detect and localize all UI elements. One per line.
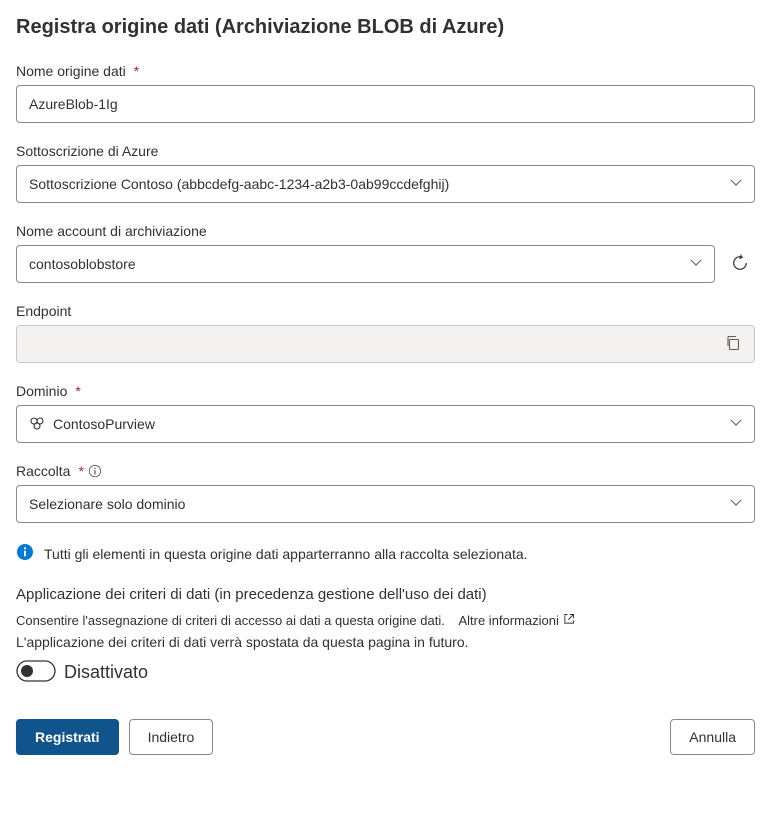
policy-toggle[interactable] [16, 660, 56, 685]
policy-toggle-row: Disattivato [16, 660, 755, 685]
back-button[interactable]: Indietro [129, 719, 214, 755]
field-storage-account: Nome account di archiviazione contosoblo… [16, 223, 755, 283]
label-text: Sottoscrizione di Azure [16, 143, 158, 159]
collection-value: Selezionare solo dominio [29, 496, 185, 512]
required-star-icon: * [78, 463, 83, 479]
field-collection: Raccolta * Selezionare solo dominio [16, 463, 755, 523]
field-data-source-name: Nome origine dati * [16, 63, 755, 123]
policy-sub-row: Consentire l'assegnazione di criteri di … [16, 613, 755, 628]
storage-account-dropdown-button[interactable]: contosoblobstore [16, 245, 715, 283]
storage-account-value: contosoblobstore [29, 256, 136, 272]
data-source-name-label: Nome origine dati * [16, 63, 755, 79]
external-link-icon [563, 613, 575, 628]
more-info-link[interactable]: Altre informazioni [458, 613, 574, 628]
copy-button[interactable] [719, 329, 747, 360]
refresh-button[interactable] [725, 248, 755, 281]
domain-label: Dominio * [16, 383, 755, 399]
subscription-label: Sottoscrizione di Azure [16, 143, 755, 159]
page-title: Registra origine dati (Archiviazione BLO… [16, 16, 755, 39]
field-endpoint: Endpoint [16, 303, 755, 363]
info-message-row: Tutti gli elementi in questa origine dat… [16, 543, 755, 564]
toggle-state-text: Disattivato [64, 662, 148, 683]
subscription-dropdown[interactable]: Sottoscrizione Contoso (abbcdefg-aabc-12… [16, 165, 755, 203]
endpoint-label: Endpoint [16, 303, 755, 319]
endpoint-input [16, 325, 755, 363]
toggle-off-icon [16, 660, 56, 685]
label-text: Endpoint [16, 303, 71, 319]
more-info-text: Altre informazioni [458, 613, 558, 628]
policy-sub-text: Consentire l'assegnazione di criteri di … [16, 613, 445, 628]
subscription-dropdown-button[interactable]: Sottoscrizione Contoso (abbcdefg-aabc-12… [16, 165, 755, 203]
info-message-text: Tutti gli elementi in questa origine dat… [44, 546, 528, 562]
policy-note: L'applicazione dei criteri di dati verrà… [16, 634, 755, 650]
refresh-icon [731, 254, 749, 275]
footer-actions: Registrati Indietro Annulla [16, 709, 755, 755]
collection-label: Raccolta * [16, 463, 755, 479]
copy-icon [725, 335, 741, 354]
info-icon [16, 543, 34, 564]
collection-dropdown[interactable]: Selezionare solo dominio [16, 485, 755, 523]
label-text: Nome account di archiviazione [16, 223, 207, 239]
required-star-icon: * [134, 63, 139, 79]
cancel-button[interactable]: Annulla [670, 719, 755, 755]
register-button[interactable]: Registrati [16, 719, 119, 755]
storage-account-dropdown[interactable]: contosoblobstore [16, 245, 715, 283]
domain-dropdown-button[interactable]: ContosoPurview [16, 405, 755, 443]
field-subscription: Sottoscrizione di Azure Sottoscrizione C… [16, 143, 755, 203]
domain-dropdown[interactable]: ContosoPurview [16, 405, 755, 443]
field-domain: Dominio * ContosoPurview [16, 383, 755, 443]
subscription-value: Sottoscrizione Contoso (abbcdefg-aabc-12… [29, 176, 449, 192]
domain-icon [29, 415, 45, 434]
label-text: Nome origine dati [16, 63, 126, 79]
collection-dropdown-button[interactable]: Selezionare solo dominio [16, 485, 755, 523]
domain-value: ContosoPurview [53, 416, 155, 432]
required-star-icon: * [75, 383, 80, 399]
label-text: Dominio [16, 383, 67, 399]
policy-heading: Applicazione dei criteri di dati (in pre… [16, 586, 755, 603]
storage-account-label: Nome account di archiviazione [16, 223, 755, 239]
label-text: Raccolta [16, 463, 70, 479]
info-tooltip-icon[interactable] [88, 464, 102, 478]
data-source-name-input[interactable] [16, 85, 755, 123]
